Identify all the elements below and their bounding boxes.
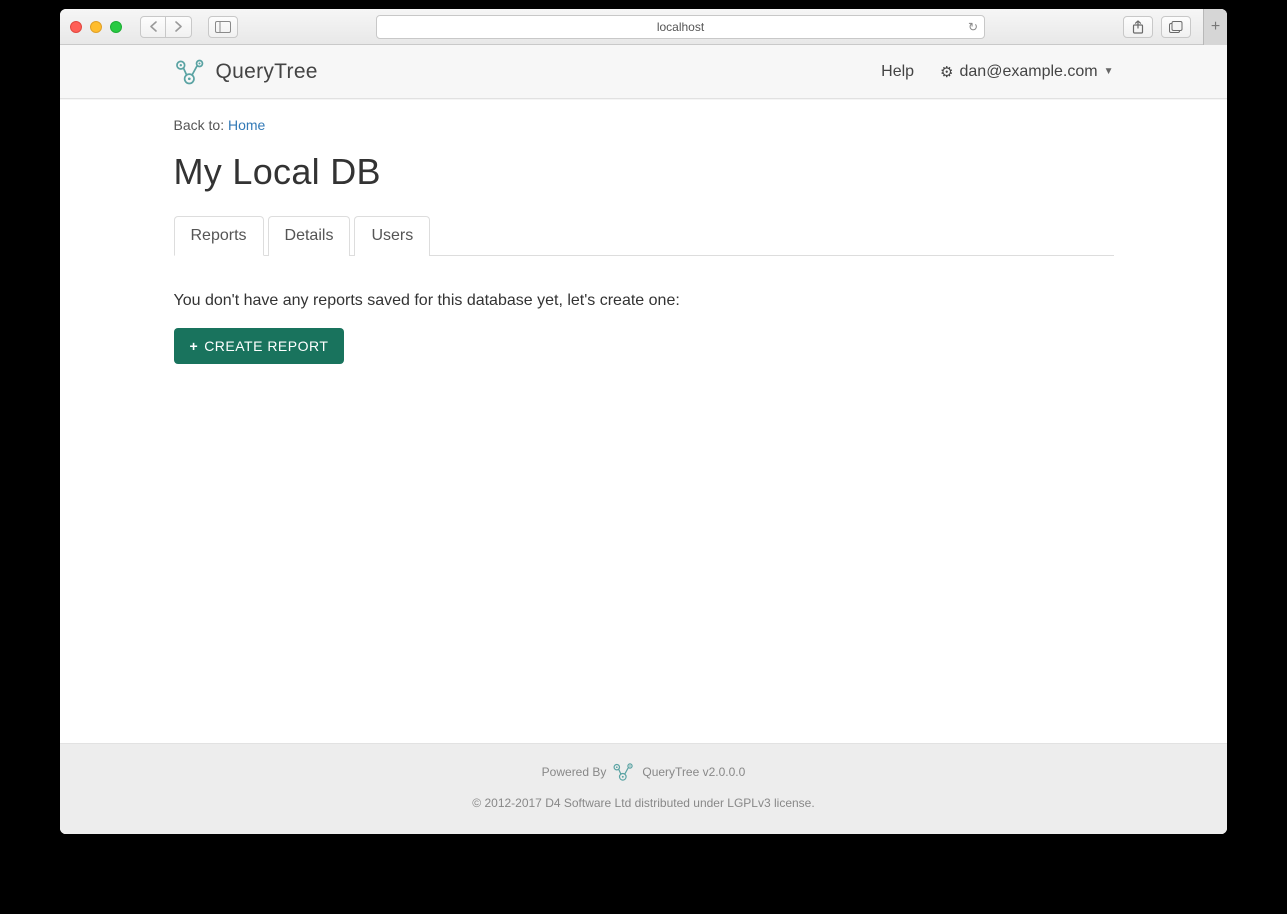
close-window-button[interactable] — [70, 21, 82, 33]
topnav-right: Help ⚙ dan@example.com ▼ — [881, 63, 1113, 81]
tab-users[interactable]: Users — [354, 216, 430, 256]
create-report-label: CREATE REPORT — [204, 338, 328, 354]
create-report-button[interactable]: + CREATE REPORT — [174, 328, 345, 364]
powered-by-prefix: Powered By — [542, 765, 607, 779]
tab-details[interactable]: Details — [268, 216, 351, 256]
reload-icon[interactable]: ↻ — [968, 20, 978, 34]
page: QueryTree Help ⚙ dan@example.com ▼ Back … — [60, 45, 1227, 834]
tab-label: Reports — [191, 227, 247, 244]
footer-line-1: Powered By QueryTree v2.0.0.0 — [60, 762, 1227, 782]
user-menu[interactable]: ⚙ dan@example.com ▼ — [940, 63, 1113, 81]
querytree-logo-icon — [612, 762, 636, 782]
tab-label: Users — [371, 227, 413, 244]
url-text: localhost — [657, 20, 704, 34]
breadcrumb-home-link[interactable]: Home — [228, 117, 265, 133]
tabs-button[interactable] — [1161, 16, 1191, 38]
footer-product: QueryTree v2.0.0.0 — [642, 765, 745, 779]
footer-copyright: © 2012-2017 D4 Software Ltd distributed … — [60, 796, 1227, 810]
maximize-window-button[interactable] — [110, 21, 122, 33]
sidebar-toggle-button[interactable] — [208, 16, 238, 38]
help-link[interactable]: Help — [881, 63, 914, 81]
toolbar-right — [1123, 16, 1191, 38]
minimize-window-button[interactable] — [90, 21, 102, 33]
share-button[interactable] — [1123, 16, 1153, 38]
tabs: Reports Details Users — [174, 215, 1114, 256]
nav-buttons — [140, 16, 192, 38]
address-bar[interactable]: localhost ↻ — [376, 15, 985, 39]
empty-state-message: You don't have any reports saved for thi… — [174, 292, 1114, 310]
new-tab-button[interactable]: + — [1203, 9, 1227, 45]
browser-window: localhost ↻ + — [60, 9, 1227, 834]
user-email: dan@example.com — [960, 63, 1098, 81]
window-controls — [70, 21, 122, 33]
gear-icon: ⚙ — [940, 63, 953, 81]
breadcrumb-prefix: Back to: — [174, 117, 228, 133]
brand-name: QueryTree — [216, 60, 318, 84]
topnav: QueryTree Help ⚙ dan@example.com ▼ — [60, 45, 1227, 99]
browser-toolbar: localhost ↻ + — [60, 9, 1227, 45]
plus-icon: + — [190, 338, 199, 354]
content: Back to: Home My Local DB Reports Detail… — [60, 99, 1227, 743]
page-title: My Local DB — [174, 151, 1114, 193]
forward-button[interactable] — [166, 16, 192, 38]
back-button[interactable] — [140, 16, 166, 38]
tab-label: Details — [285, 227, 334, 244]
caret-down-icon: ▼ — [1104, 66, 1114, 77]
footer: Powered By QueryTree v2.0.0.0 © 2012-201… — [60, 743, 1227, 834]
brand[interactable]: QueryTree — [174, 58, 318, 86]
breadcrumb: Back to: Home — [174, 117, 1114, 133]
tab-reports[interactable]: Reports — [174, 216, 264, 256]
querytree-logo-icon — [174, 58, 208, 86]
